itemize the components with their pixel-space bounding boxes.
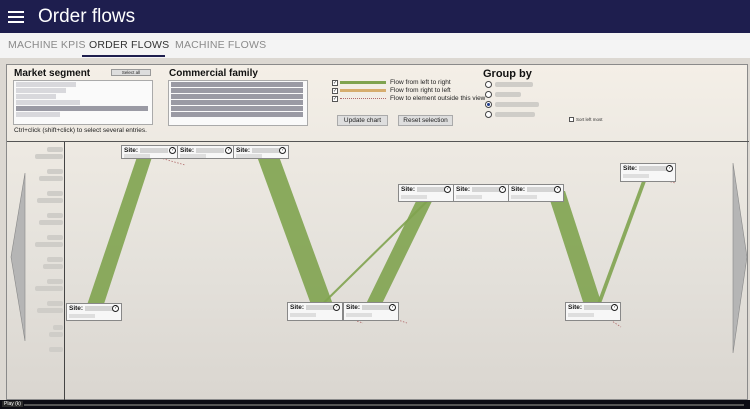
progress-bar[interactable]	[24, 404, 744, 406]
tab-bar: MACHINE KPIS ORDER FLOWS MACHINE FLOWS	[0, 33, 750, 58]
tab-machine-kpis[interactable]: MACHINE KPIS	[8, 39, 86, 51]
flow-band	[595, 173, 649, 309]
order-flows-panel: Market segment Select all Ctrl+click (sh…	[6, 64, 749, 400]
scroll-left-arrow	[10, 172, 26, 342]
help-icon[interactable]: ?	[389, 304, 396, 311]
site-node[interactable]: Site:?	[66, 303, 122, 321]
site-node[interactable]: Site:?	[620, 163, 676, 182]
help-icon[interactable]: ?	[333, 304, 340, 311]
site-node[interactable]: Site:?	[565, 302, 621, 321]
sankey-flow-chart	[10, 151, 748, 354]
flow-band	[363, 191, 437, 310]
page-title: Order flows	[38, 5, 136, 27]
site-node[interactable]: Site:?	[177, 145, 235, 159]
video-footer: Play (k)	[0, 400, 750, 409]
site-node[interactable]: Site:?	[508, 184, 564, 202]
help-icon[interactable]: ?	[554, 186, 561, 193]
flow-band	[547, 191, 603, 308]
help-icon[interactable]: ?	[169, 147, 176, 154]
scroll-right-arrow	[732, 162, 748, 354]
help-icon[interactable]: ?	[611, 304, 618, 311]
help-icon[interactable]: ?	[666, 165, 673, 172]
site-node[interactable]: Site:?	[233, 145, 289, 159]
help-icon[interactable]: ?	[279, 147, 286, 154]
site-node[interactable]: Site:?	[453, 184, 509, 202]
app-header: Order flows	[0, 0, 750, 33]
menu-icon[interactable]	[8, 10, 24, 23]
tab-machine-flows[interactable]: MACHINE FLOWS	[175, 39, 266, 51]
flow-band	[87, 151, 154, 310]
tab-order-flows[interactable]: ORDER FLOWS	[89, 39, 169, 51]
help-icon[interactable]: ?	[499, 186, 506, 193]
site-node[interactable]: Site:?	[121, 145, 179, 159]
help-icon[interactable]: ?	[225, 147, 232, 154]
active-tab-indicator	[82, 55, 165, 57]
site-node[interactable]: Site:?	[287, 302, 343, 321]
site-node[interactable]: Site:?	[343, 302, 399, 321]
site-node[interactable]: Site:?	[398, 184, 454, 202]
flow-band	[255, 151, 335, 310]
help-icon[interactable]: ?	[112, 305, 119, 312]
help-icon[interactable]: ?	[444, 186, 451, 193]
play-tooltip[interactable]: Play (k)	[2, 401, 23, 407]
